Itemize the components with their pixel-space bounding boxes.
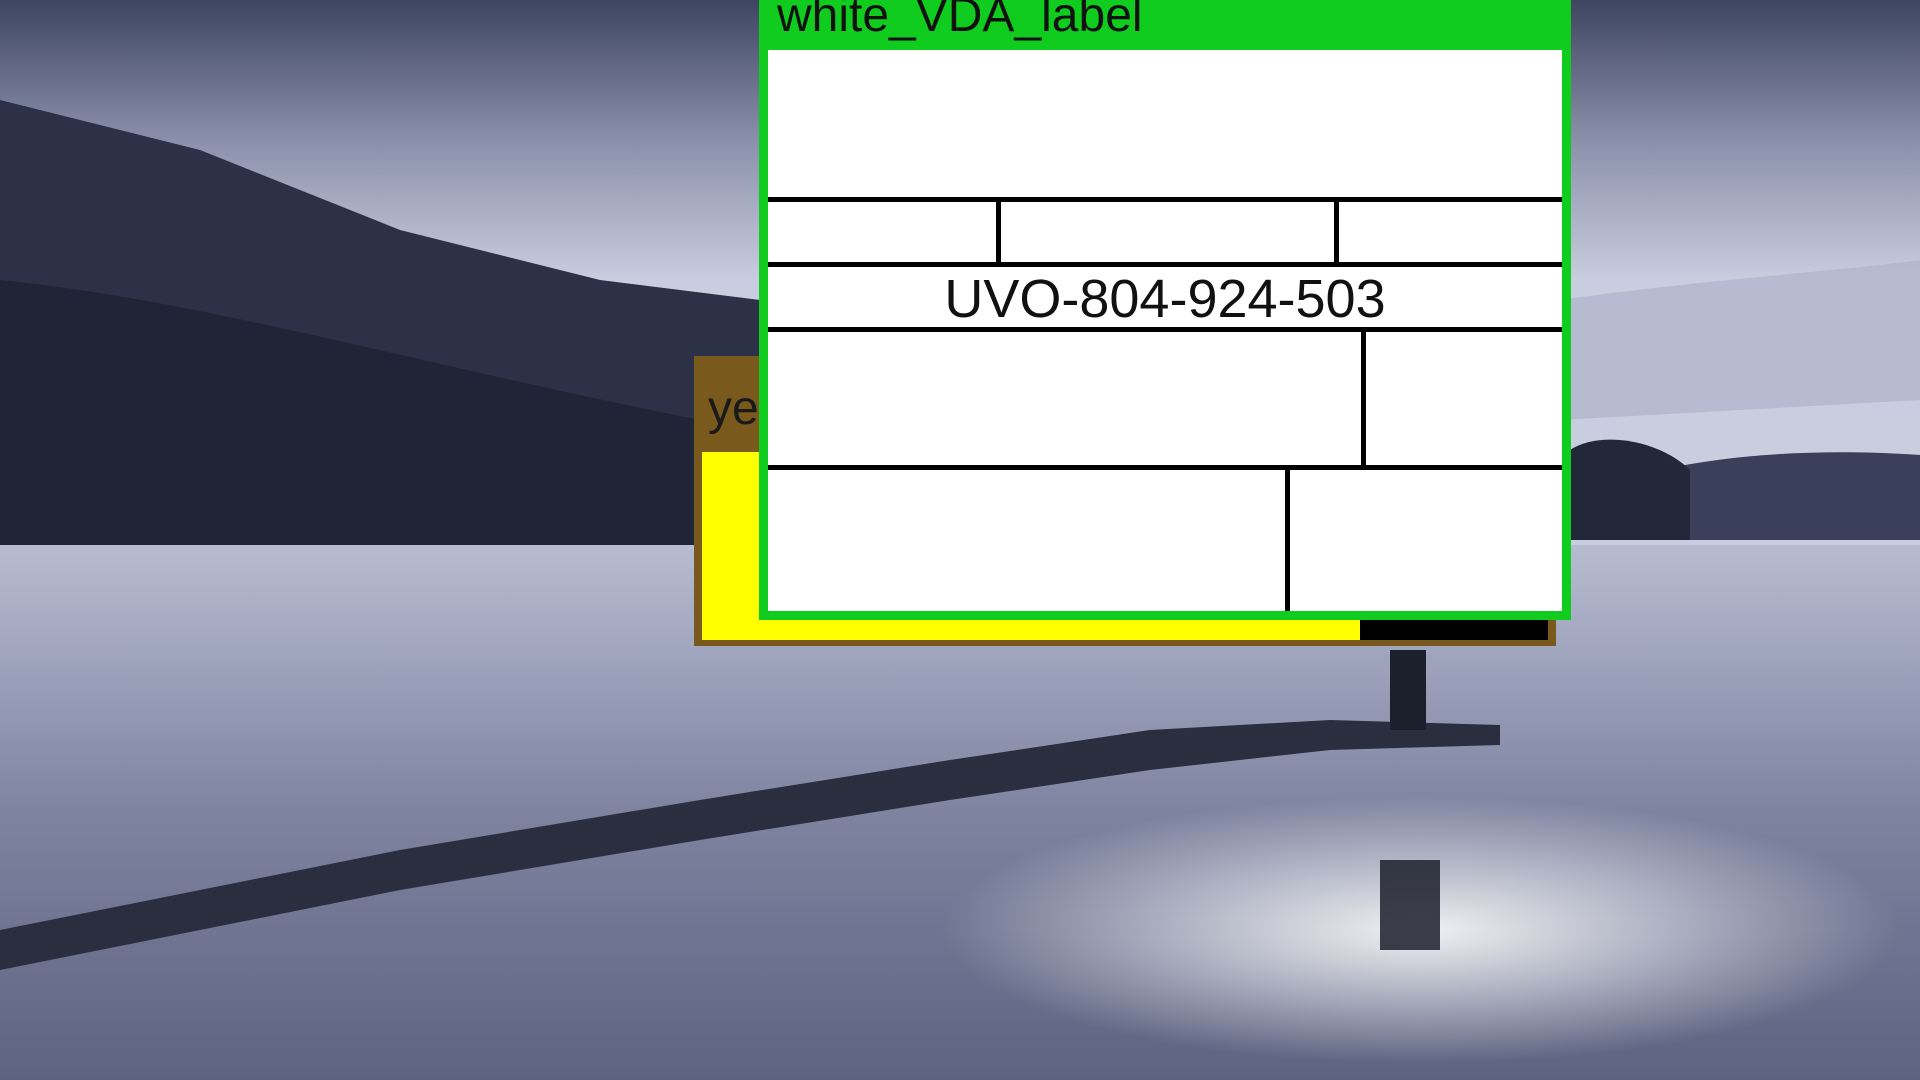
window-title: white_VDA_label — [777, 0, 1143, 42]
vda-label-form: UVO-804-924-503 — [768, 50, 1562, 611]
label-divider — [1334, 200, 1339, 264]
label-divider — [1361, 330, 1366, 467]
label-divider — [768, 465, 1562, 470]
label-divider — [996, 200, 1001, 264]
label-divider — [1285, 468, 1290, 611]
label-divider — [768, 262, 1562, 267]
label-divider — [768, 197, 1562, 202]
label-code-text: UVO-804-924-503 — [944, 269, 1386, 329]
white-vda-label-window[interactable]: white_VDA_label UVO-804-924-503 — [759, 0, 1571, 620]
